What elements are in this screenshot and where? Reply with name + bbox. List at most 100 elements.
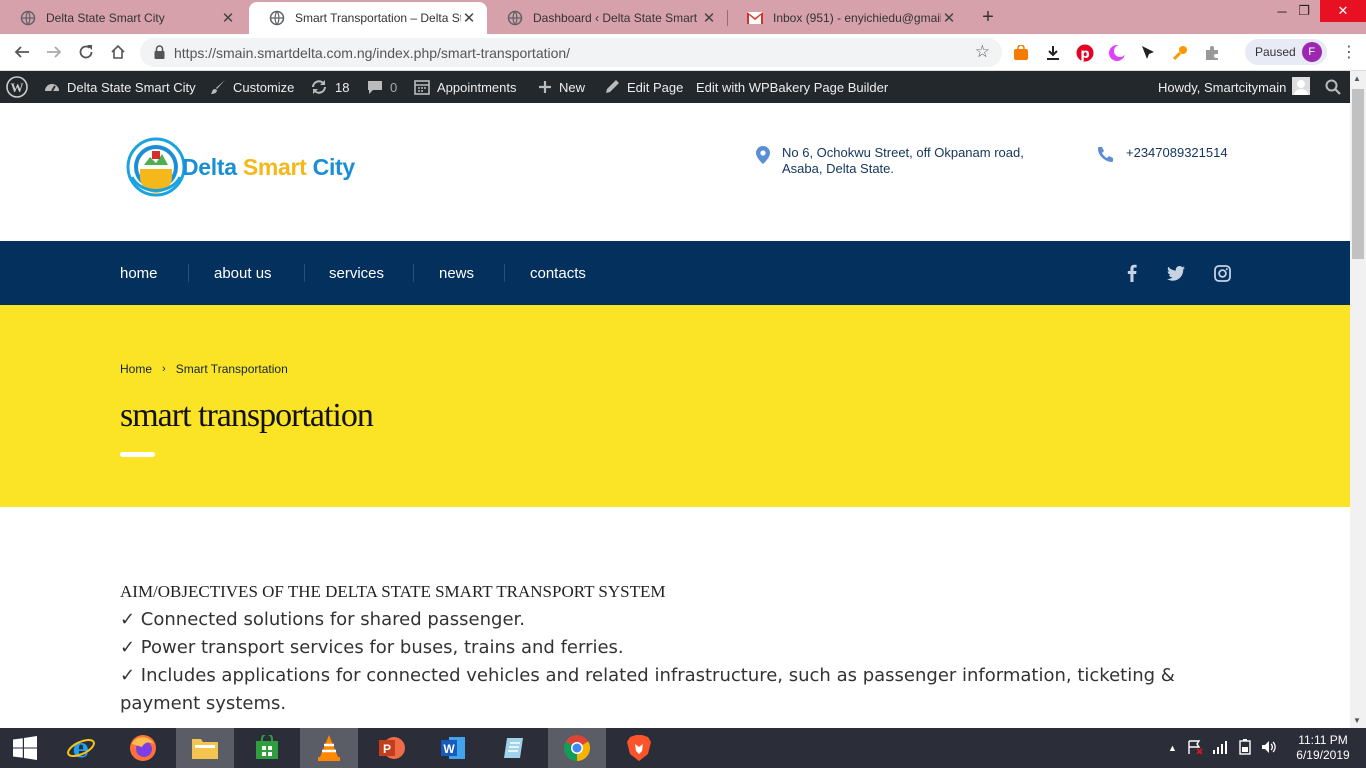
tab-delta-state-smart-city[interactable]: Delta State Smart City ✕: [0, 2, 246, 34]
home-button[interactable]: [107, 41, 129, 63]
nav-about-us[interactable]: about us: [214, 241, 272, 305]
taskbar-powerpoint[interactable]: P: [362, 728, 420, 768]
address-bar[interactable]: https://smain.smartdelta.com.ng/index.ph…: [140, 38, 1002, 67]
nav-services[interactable]: services: [329, 241, 384, 305]
page-scrollbar[interactable]: ▲ ▼: [1350, 71, 1366, 728]
arrow-right-icon: [47, 46, 62, 58]
page-title-banner: Home › Smart Transportation smart transp…: [0, 305, 1350, 507]
logo-text-city: City: [312, 153, 356, 180]
windows-taskbar: e P W ▲ 11:11 PM 6/19/2019: [0, 728, 1366, 768]
tab-smart-transportation[interactable]: Smart Transportation – Delta Sta ✕: [249, 2, 487, 34]
bookmark-star-icon[interactable]: ☆: [975, 42, 990, 62]
svg-text:e: e: [73, 734, 90, 763]
taskbar-vlc[interactable]: [300, 728, 358, 768]
appointments-link[interactable]: Appointments: [414, 71, 517, 103]
site-logo[interactable]: Delta Smart City: [126, 137, 355, 197]
cursor-extension-icon[interactable]: [1138, 43, 1158, 63]
pencil-icon: [604, 79, 620, 95]
address-line-2: Asaba, Delta State.: [782, 161, 895, 176]
close-tab-icon[interactable]: ✕: [461, 9, 477, 27]
dashboard-gauge-icon: [44, 79, 60, 95]
taskbar-notes[interactable]: [486, 728, 544, 768]
profile-button[interactable]: Paused F: [1245, 39, 1327, 65]
nav-contacts[interactable]: contacts: [530, 241, 586, 305]
header-address: No 6, Ochokwu Street, off Okpanam road, …: [756, 145, 1024, 177]
breadcrumb-home[interactable]: Home: [120, 362, 152, 376]
taskbar-firefox[interactable]: [114, 728, 172, 768]
windows-logo-icon: [13, 736, 37, 760]
close-window-button[interactable]: ✕: [1320, 0, 1366, 22]
windows-start-button[interactable]: [0, 728, 50, 768]
user-account-menu[interactable]: Howdy, Smartcitymain: [1158, 71, 1311, 103]
customize-link[interactable]: Customize: [210, 71, 294, 103]
home-icon: [111, 44, 125, 59]
flag-notification-icon[interactable]: [1187, 739, 1203, 757]
tray-expand-icon[interactable]: ▲: [1168, 743, 1177, 753]
close-tab-icon[interactable]: ✕: [941, 9, 957, 27]
internet-explorer-icon: e: [67, 734, 95, 763]
wordpress-logo-button[interactable]: W: [6, 71, 28, 103]
page-title: smart transportation: [120, 397, 374, 434]
nav-news[interactable]: news: [439, 241, 474, 305]
globe-icon: [507, 10, 523, 26]
chrome-menu-icon[interactable]: ⋮: [1341, 42, 1357, 62]
logo-text-smart: Smart: [242, 153, 307, 180]
shopping-extension-icon[interactable]: [1011, 43, 1031, 63]
restore-button[interactable]: ❐: [1284, 0, 1324, 22]
taskbar-chrome[interactable]: [548, 728, 606, 768]
key-extension-icon[interactable]: [1170, 43, 1190, 63]
new-content-link[interactable]: New: [538, 71, 585, 103]
twitter-icon[interactable]: [1166, 263, 1186, 283]
download-icon[interactable]: [1043, 43, 1063, 63]
phone-number[interactable]: +2347089321514: [1126, 145, 1228, 166]
puzzle-extension-icon[interactable]: [1202, 43, 1222, 63]
reload-button[interactable]: [75, 41, 97, 63]
taskbar-internet-explorer[interactable]: e: [52, 728, 110, 768]
tab-gmail-inbox[interactable]: Inbox (951) - enyichiedu@gmail.c ✕: [727, 2, 967, 34]
taskbar-file-explorer[interactable]: [176, 728, 234, 768]
phone-icon: [1096, 146, 1114, 166]
battery-icon[interactable]: [1239, 738, 1251, 758]
instagram-icon[interactable]: [1212, 263, 1232, 283]
signal-bars-icon[interactable]: [1212, 740, 1229, 757]
forward-button[interactable]: [43, 41, 65, 63]
tab-title: Smart Transportation – Delta Sta: [295, 11, 461, 25]
arrow-left-icon: [14, 46, 29, 58]
clock-time: 11:11 PM: [1298, 733, 1348, 747]
taskbar-store[interactable]: [238, 728, 296, 768]
admin-search-button[interactable]: [1325, 71, 1341, 103]
updates-link[interactable]: 18: [310, 71, 349, 103]
scrollbar-thumb[interactable]: [1352, 89, 1364, 259]
firefox-icon: [130, 735, 156, 761]
dark-mode-extension-icon[interactable]: [1107, 43, 1127, 63]
site-name-link[interactable]: Delta State Smart City: [44, 71, 196, 103]
wpbakery-link[interactable]: Edit with WPBakery Page Builder: [696, 71, 888, 103]
howdy-label: Howdy, Smartcitymain: [1158, 79, 1287, 95]
nav-divider: [188, 264, 189, 282]
url-text: https://smain.smartdelta.com.ng/index.ph…: [174, 45, 571, 61]
nav-divider: [304, 264, 305, 282]
new-tab-button[interactable]: +: [977, 6, 999, 28]
comments-link[interactable]: 0: [367, 71, 397, 103]
taskbar-clock[interactable]: 11:11 PM 6/19/2019: [1290, 733, 1356, 763]
scroll-down-arrow-icon[interactable]: ▼: [1353, 716, 1361, 725]
back-button[interactable]: [11, 41, 33, 63]
tab-title: Dashboard ‹ Delta State Smart Ci: [533, 11, 701, 25]
volume-icon[interactable]: [1261, 740, 1277, 757]
nav-home[interactable]: home: [120, 241, 158, 305]
taskbar-brave[interactable]: [610, 728, 668, 768]
gmail-icon: [747, 10, 763, 26]
taskbar-word[interactable]: W: [424, 728, 482, 768]
wpbakery-label: Edit with WPBakery Page Builder: [696, 79, 889, 95]
notepad-icon: [504, 738, 523, 758]
tab-dashboard[interactable]: Dashboard ‹ Delta State Smart Ci ✕: [487, 2, 727, 34]
close-tab-icon[interactable]: ✕: [220, 9, 236, 27]
close-tab-icon[interactable]: ✕: [701, 9, 717, 27]
reload-icon: [79, 45, 93, 59]
pinterest-icon[interactable]: p: [1075, 43, 1095, 63]
facebook-icon[interactable]: [1122, 263, 1142, 283]
breadcrumb-current: Smart Transportation: [175, 362, 288, 376]
edit-page-link[interactable]: Edit Page: [604, 71, 683, 103]
appointments-label: Appointments: [437, 79, 517, 95]
scroll-up-arrow-icon[interactable]: ▲: [1353, 74, 1361, 83]
